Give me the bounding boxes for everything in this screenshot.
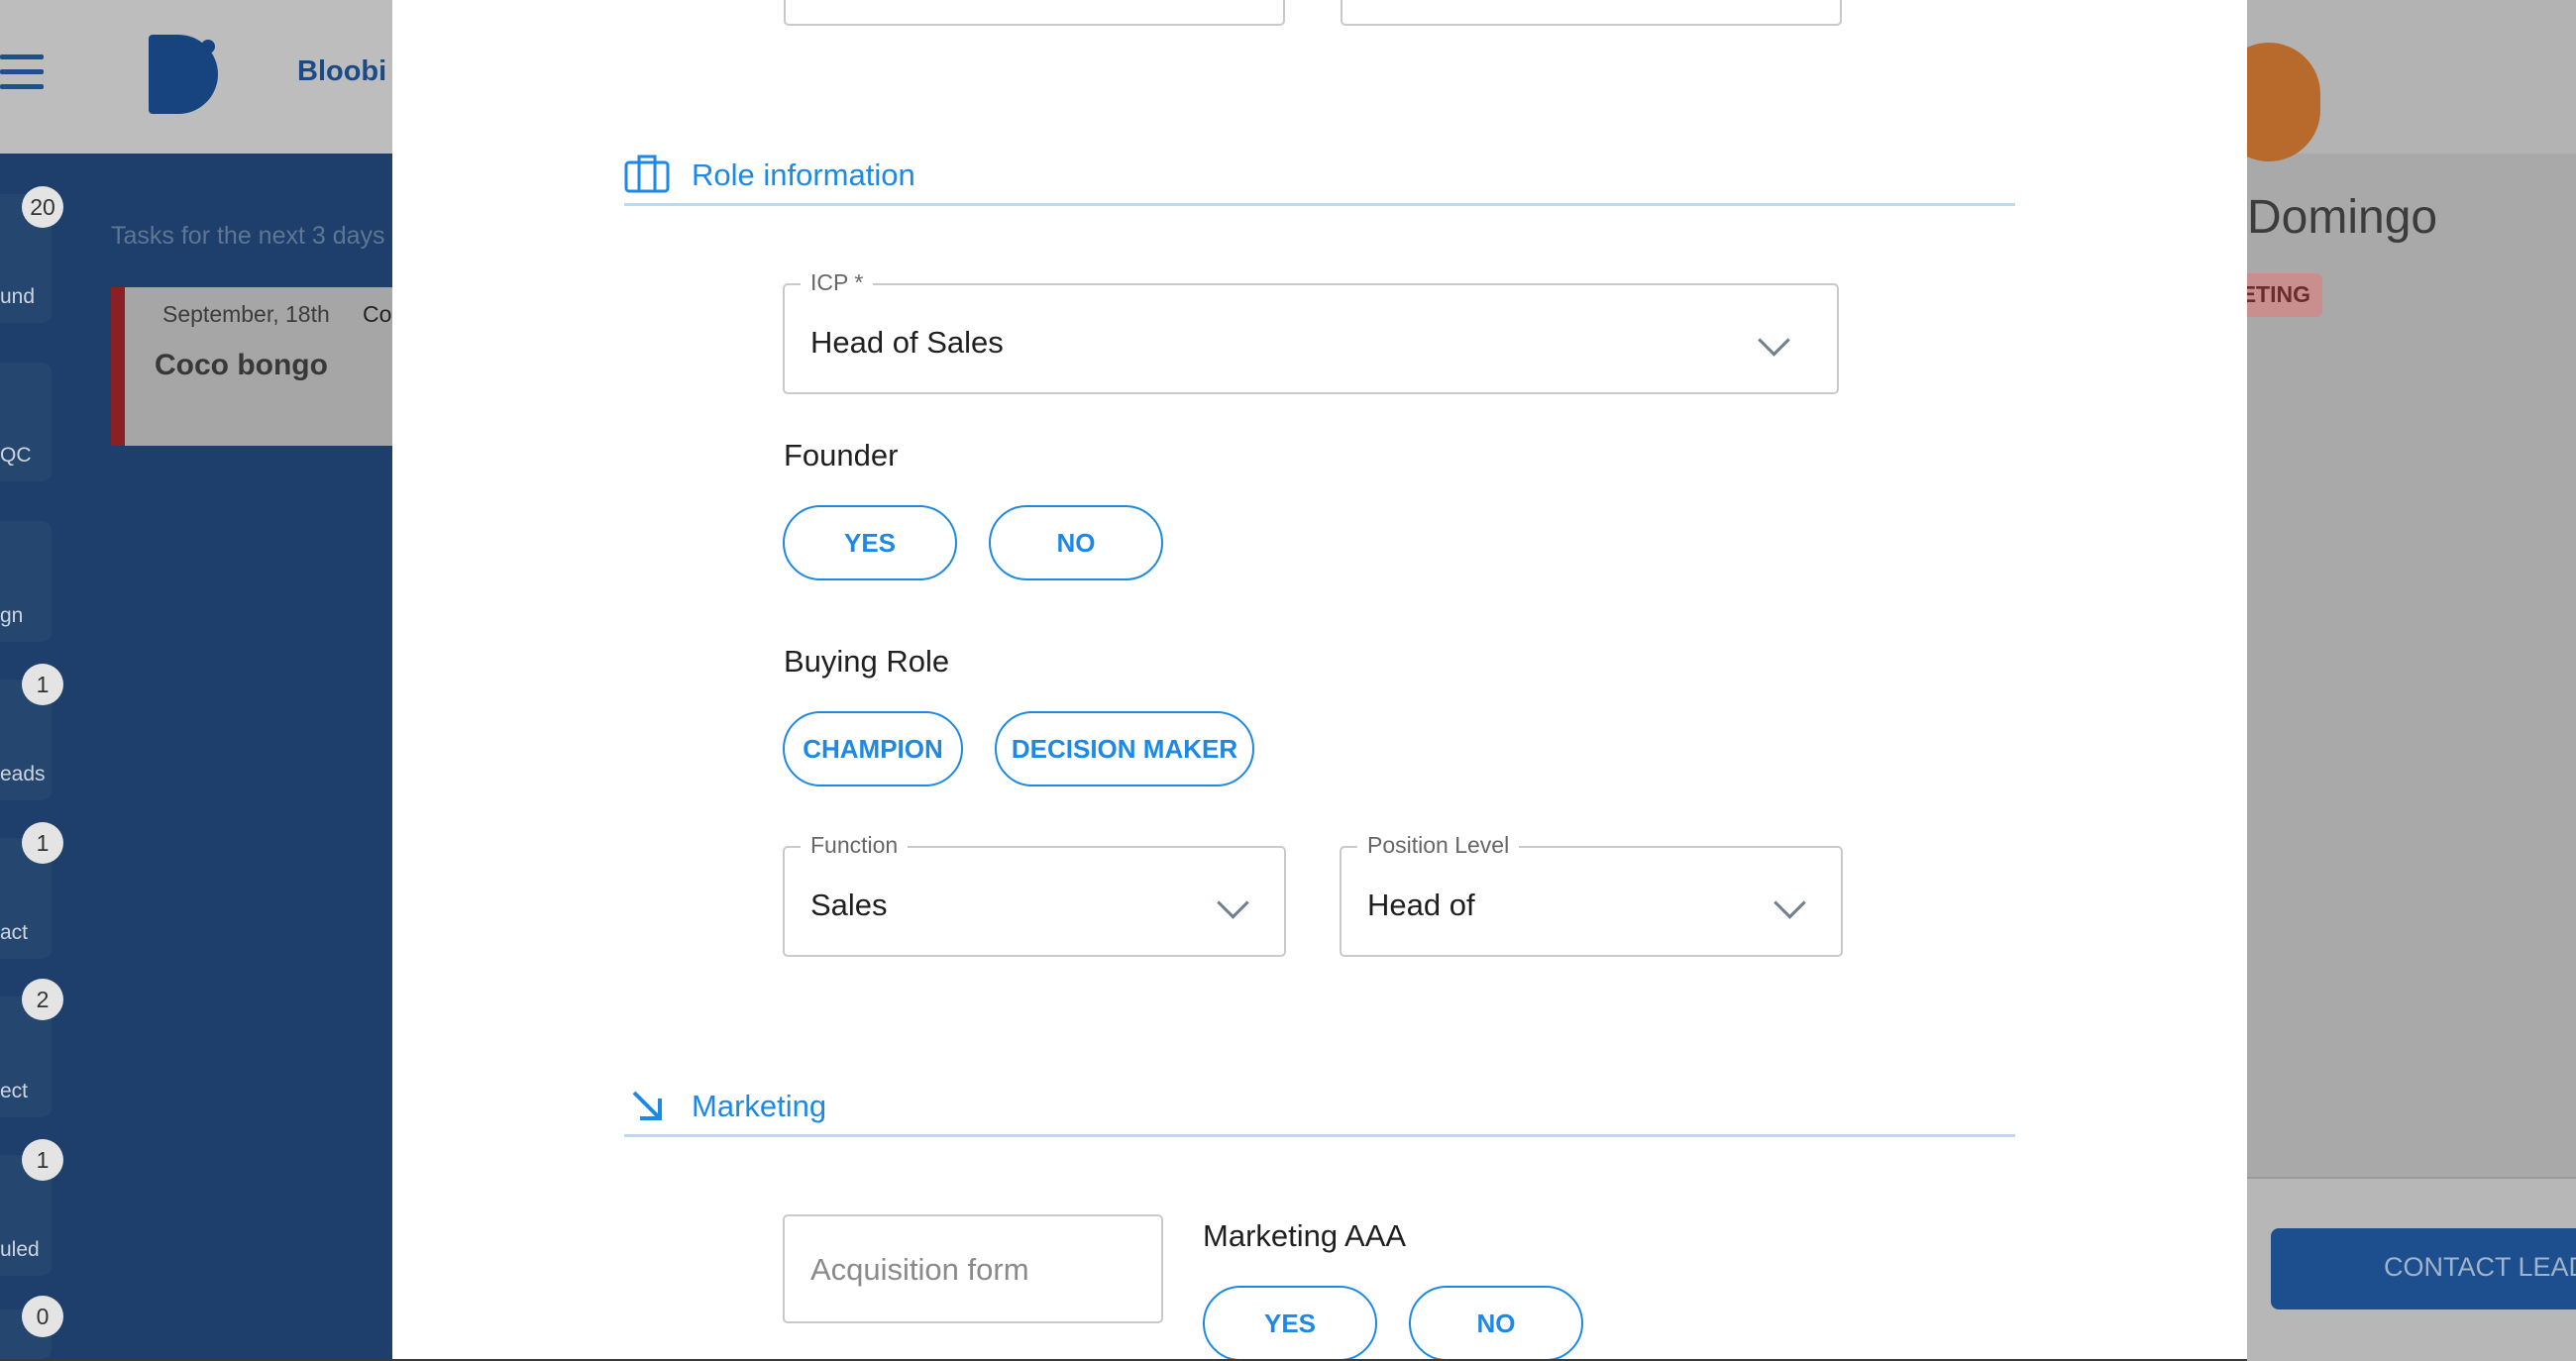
role-section-header: Role information	[624, 144, 2015, 206]
sidebar-badge: 1	[22, 664, 63, 705]
icp-label: ICP *	[801, 269, 874, 296]
sidebar-badge: 1	[22, 822, 63, 864]
marketing-section-title: Marketing	[692, 1089, 827, 1123]
acquisition-form-placeholder: Acquisition form	[810, 1252, 1029, 1287]
edit-lead-modal: Role information ICP * Head of Sales Fou…	[392, 0, 2247, 1359]
sidebar-item[interactable]: QC	[0, 363, 52, 481]
menu-icon[interactable]	[0, 54, 44, 94]
function-select[interactable]: Function Sales	[783, 832, 1286, 957]
top-field-right[interactable]	[1341, 0, 1842, 26]
founder-yes-button[interactable]: YES	[783, 505, 957, 580]
buying-role-decision-maker-button[interactable]: DECISION MAKER	[995, 711, 1254, 786]
briefcase-icon	[624, 155, 670, 193]
lead-name: Domingo	[2247, 191, 2438, 244]
buying-role-label: Buying Role	[784, 644, 950, 679]
sidebar-item-label: uled	[0, 1238, 40, 1261]
function-value: Sales	[810, 888, 888, 922]
status-badge: ETING	[2241, 273, 2322, 317]
top-field-left[interactable]	[784, 0, 1285, 26]
tasks-title: Tasks for the next 3 days	[111, 222, 385, 250]
marketing-aaa-yes-button[interactable]: YES	[1203, 1286, 1377, 1359]
task-card[interactable]: September, 18th Con Coco bongo	[111, 287, 406, 446]
brand-name: Bloobi	[297, 55, 387, 87]
founder-no-button[interactable]: NO	[989, 505, 1163, 580]
founder-label: Founder	[784, 438, 899, 472]
position-level-label: Position Level	[1357, 832, 1520, 859]
sidebar-item-label: eads	[0, 763, 46, 785]
sidebar-item-label: act	[0, 921, 29, 944]
sidebar-badge: 2	[22, 979, 63, 1020]
marketing-section-header: Marketing	[624, 1075, 2015, 1137]
chevron-down-icon	[1773, 887, 1806, 919]
sidebar-item-label: und	[0, 285, 36, 308]
sidebar-item[interactable]: gn	[0, 521, 52, 642]
chevron-down-icon	[1217, 887, 1249, 919]
sidebar-item-label: QC	[0, 444, 32, 467]
sidebar-item-label: gn	[0, 604, 24, 627]
task-name: Coco bongo	[155, 349, 328, 381]
icp-select[interactable]: ICP * Head of Sales	[783, 269, 1839, 394]
logo-dot	[201, 40, 215, 53]
marketing-aaa-no-button[interactable]: NO	[1409, 1286, 1583, 1359]
marketing-aaa-label: Marketing AAA	[1203, 1218, 1407, 1253]
arrow-down-right-icon	[632, 1091, 662, 1120]
buying-role-champion-button[interactable]: CHAMPION	[783, 711, 963, 786]
sidebar-item-label: ect	[0, 1080, 29, 1102]
sidebar-badge: 20	[22, 186, 63, 228]
contact-lead-button[interactable]: CONTACT LEAD	[2271, 1228, 2576, 1309]
sidebar-badge: 1	[22, 1139, 63, 1181]
task-date: September, 18th	[162, 301, 330, 327]
function-label: Function	[801, 832, 909, 859]
chevron-down-icon	[1758, 324, 1790, 357]
position-level-value: Head of	[1367, 888, 1475, 922]
icp-value: Head of Sales	[810, 325, 1004, 360]
role-section-title: Role information	[692, 157, 915, 192]
acquisition-form-input[interactable]: Acquisition form	[783, 1214, 1163, 1323]
position-level-select[interactable]: Position Level Head of	[1340, 832, 1843, 957]
sidebar-badge: 0	[22, 1296, 63, 1337]
